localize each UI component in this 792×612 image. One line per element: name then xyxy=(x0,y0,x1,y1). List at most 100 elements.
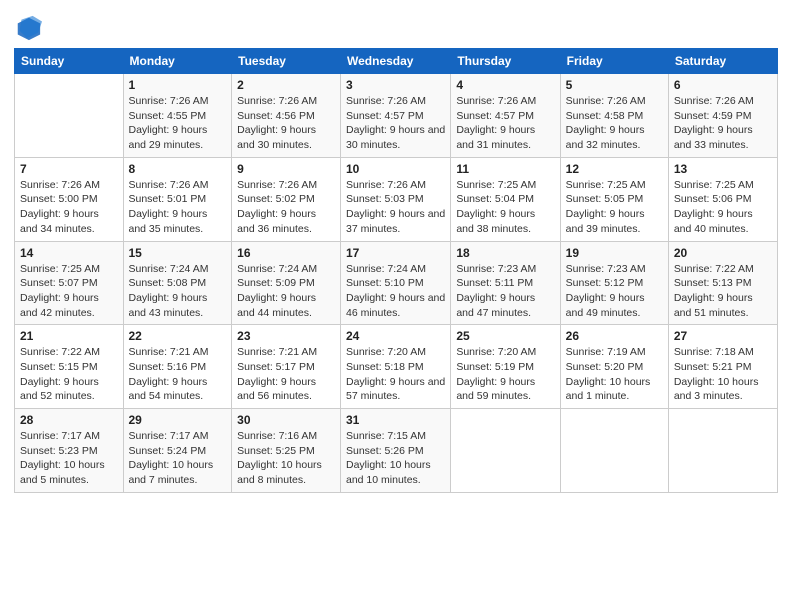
week-row-4: 21 Sunrise: 7:22 AMSunset: 5:15 PMDayligh… xyxy=(15,325,778,409)
day-info: Sunrise: 7:26 AMSunset: 4:57 PMDaylight:… xyxy=(456,94,554,153)
day-number: 30 xyxy=(237,413,335,427)
day-info: Sunrise: 7:25 AMSunset: 5:05 PMDaylight:… xyxy=(566,178,663,237)
day-number: 3 xyxy=(346,78,445,92)
day-info: Sunrise: 7:26 AMSunset: 5:01 PMDaylight:… xyxy=(129,178,227,237)
day-number: 13 xyxy=(674,162,772,176)
calendar-cell: 10 Sunrise: 7:26 AMSunset: 5:03 PMDayligh… xyxy=(341,157,451,241)
day-info: Sunrise: 7:17 AMSunset: 5:24 PMDaylight:… xyxy=(129,429,227,488)
calendar-cell: 16Sunrise: 7:24 AMSunset: 5:09 PMDayligh… xyxy=(232,241,341,325)
day-info: Sunrise: 7:24 AMSunset: 5:08 PMDaylight:… xyxy=(129,262,227,321)
day-info: Sunrise: 7:22 AMSunset: 5:13 PMDaylight:… xyxy=(674,262,772,321)
day-info: Sunrise: 7:26 AMSunset: 4:59 PMDaylight:… xyxy=(674,94,772,153)
calendar-container: SundayMondayTuesdayWednesdayThursdayFrid… xyxy=(0,0,792,612)
calendar-table: SundayMondayTuesdayWednesdayThursdayFrid… xyxy=(14,48,778,493)
day-number: 1 xyxy=(129,78,227,92)
day-info: Sunrise: 7:26 AMSunset: 5:00 PMDaylight:… xyxy=(20,178,118,237)
calendar-cell: 28 Sunrise: 7:17 AMSunset: 5:23 PMDayligh… xyxy=(15,409,124,493)
calendar-cell: 5Sunrise: 7:26 AMSunset: 4:58 PMDaylight… xyxy=(560,74,668,158)
day-info: Sunrise: 7:26 AMSunset: 5:02 PMDaylight:… xyxy=(237,178,335,237)
calendar-cell: 14 Sunrise: 7:25 AMSunset: 5:07 PMDayligh… xyxy=(15,241,124,325)
calendar-cell: 20 Sunrise: 7:22 AMSunset: 5:13 PMDayligh… xyxy=(668,241,777,325)
calendar-cell: 23Sunrise: 7:21 AMSunset: 5:17 PMDayligh… xyxy=(232,325,341,409)
day-info: Sunrise: 7:23 AMSunset: 5:12 PMDaylight:… xyxy=(566,262,663,321)
calendar-cell: 8Sunrise: 7:26 AMSunset: 5:01 PMDaylight… xyxy=(123,157,232,241)
day-number: 6 xyxy=(674,78,772,92)
logo-icon xyxy=(14,14,42,42)
header-row xyxy=(14,10,778,42)
calendar-cell: 18 Sunrise: 7:23 AMSunset: 5:11 PMDayligh… xyxy=(451,241,560,325)
day-number: 27 xyxy=(674,329,772,343)
calendar-header-row: SundayMondayTuesdayWednesdayThursdayFrid… xyxy=(15,49,778,74)
day-info: Sunrise: 7:20 AMSunset: 5:18 PMDaylight:… xyxy=(346,345,445,404)
day-number: 19 xyxy=(566,246,663,260)
logo xyxy=(14,14,46,42)
calendar-cell: 21 Sunrise: 7:22 AMSunset: 5:15 PMDayligh… xyxy=(15,325,124,409)
header-day-monday: Monday xyxy=(123,49,232,74)
calendar-cell xyxy=(668,409,777,493)
day-info: Sunrise: 7:25 AMSunset: 5:06 PMDaylight:… xyxy=(674,178,772,237)
header-day-tuesday: Tuesday xyxy=(232,49,341,74)
header-day-saturday: Saturday xyxy=(668,49,777,74)
day-number: 31 xyxy=(346,413,445,427)
day-info: Sunrise: 7:25 AMSunset: 5:07 PMDaylight:… xyxy=(20,262,118,321)
calendar-cell xyxy=(560,409,668,493)
day-number: 17 xyxy=(346,246,445,260)
day-number: 18 xyxy=(456,246,554,260)
day-number: 2 xyxy=(237,78,335,92)
calendar-cell: 4 Sunrise: 7:26 AMSunset: 4:57 PMDaylight… xyxy=(451,74,560,158)
calendar-cell: 24 Sunrise: 7:20 AMSunset: 5:18 PMDayligh… xyxy=(341,325,451,409)
day-info: Sunrise: 7:26 AMSunset: 4:57 PMDaylight:… xyxy=(346,94,445,153)
calendar-cell: 11Sunrise: 7:25 AMSunset: 5:04 PMDayligh… xyxy=(451,157,560,241)
day-number: 20 xyxy=(674,246,772,260)
calendar-cell: 9 Sunrise: 7:26 AMSunset: 5:02 PMDaylight… xyxy=(232,157,341,241)
day-number: 9 xyxy=(237,162,335,176)
day-info: Sunrise: 7:17 AMSunset: 5:23 PMDaylight:… xyxy=(20,429,118,488)
calendar-cell: 25 Sunrise: 7:20 AMSunset: 5:19 PMDayligh… xyxy=(451,325,560,409)
day-number: 22 xyxy=(129,329,227,343)
day-info: Sunrise: 7:15 AMSunset: 5:26 PMDaylight:… xyxy=(346,429,445,488)
calendar-cell: 3 Sunrise: 7:26 AMSunset: 4:57 PMDaylight… xyxy=(341,74,451,158)
day-number: 24 xyxy=(346,329,445,343)
day-number: 29 xyxy=(129,413,227,427)
header-day-thursday: Thursday xyxy=(451,49,560,74)
day-number: 26 xyxy=(566,329,663,343)
day-info: Sunrise: 7:26 AMSunset: 4:56 PMDaylight:… xyxy=(237,94,335,153)
week-row-5: 28 Sunrise: 7:17 AMSunset: 5:23 PMDayligh… xyxy=(15,409,778,493)
day-info: Sunrise: 7:24 AMSunset: 5:09 PMDaylight:… xyxy=(237,262,335,321)
day-number: 15 xyxy=(129,246,227,260)
week-row-3: 14 Sunrise: 7:25 AMSunset: 5:07 PMDayligh… xyxy=(15,241,778,325)
day-info: Sunrise: 7:18 AMSunset: 5:21 PMDaylight:… xyxy=(674,345,772,404)
day-number: 7 xyxy=(20,162,118,176)
calendar-cell: 26Sunrise: 7:19 AMSunset: 5:20 PMDayligh… xyxy=(560,325,668,409)
calendar-cell: 12 Sunrise: 7:25 AMSunset: 5:05 PMDayligh… xyxy=(560,157,668,241)
day-number: 25 xyxy=(456,329,554,343)
calendar-cell: 13 Sunrise: 7:25 AMSunset: 5:06 PMDayligh… xyxy=(668,157,777,241)
day-info: Sunrise: 7:22 AMSunset: 5:15 PMDaylight:… xyxy=(20,345,118,404)
day-info: Sunrise: 7:20 AMSunset: 5:19 PMDaylight:… xyxy=(456,345,554,404)
day-number: 23 xyxy=(237,329,335,343)
day-number: 28 xyxy=(20,413,118,427)
calendar-cell xyxy=(451,409,560,493)
day-number: 4 xyxy=(456,78,554,92)
calendar-cell: 22 Sunrise: 7:21 AMSunset: 5:16 PMDayligh… xyxy=(123,325,232,409)
day-info: Sunrise: 7:26 AMSunset: 4:55 PMDaylight:… xyxy=(129,94,227,153)
day-number: 11 xyxy=(456,162,554,176)
day-info: Sunrise: 7:24 AMSunset: 5:10 PMDaylight:… xyxy=(346,262,445,321)
calendar-cell: 27 Sunrise: 7:18 AMSunset: 5:21 PMDayligh… xyxy=(668,325,777,409)
day-info: Sunrise: 7:21 AMSunset: 5:16 PMDaylight:… xyxy=(129,345,227,404)
day-info: Sunrise: 7:23 AMSunset: 5:11 PMDaylight:… xyxy=(456,262,554,321)
calendar-cell: 15 Sunrise: 7:24 AMSunset: 5:08 PMDayligh… xyxy=(123,241,232,325)
day-number: 12 xyxy=(566,162,663,176)
day-number: 21 xyxy=(20,329,118,343)
calendar-cell: 30 Sunrise: 7:16 AMSunset: 5:25 PMDayligh… xyxy=(232,409,341,493)
day-number: 10 xyxy=(346,162,445,176)
header-day-sunday: Sunday xyxy=(15,49,124,74)
day-info: Sunrise: 7:26 AMSunset: 5:03 PMDaylight:… xyxy=(346,178,445,237)
header-day-friday: Friday xyxy=(560,49,668,74)
day-info: Sunrise: 7:16 AMSunset: 5:25 PMDaylight:… xyxy=(237,429,335,488)
calendar-cell: 29 Sunrise: 7:17 AMSunset: 5:24 PMDayligh… xyxy=(123,409,232,493)
day-number: 14 xyxy=(20,246,118,260)
calendar-cell: 31 Sunrise: 7:15 AMSunset: 5:26 PMDayligh… xyxy=(341,409,451,493)
day-info: Sunrise: 7:26 AMSunset: 4:58 PMDaylight:… xyxy=(566,94,663,153)
week-row-2: 7 Sunrise: 7:26 AMSunset: 5:00 PMDaylight… xyxy=(15,157,778,241)
